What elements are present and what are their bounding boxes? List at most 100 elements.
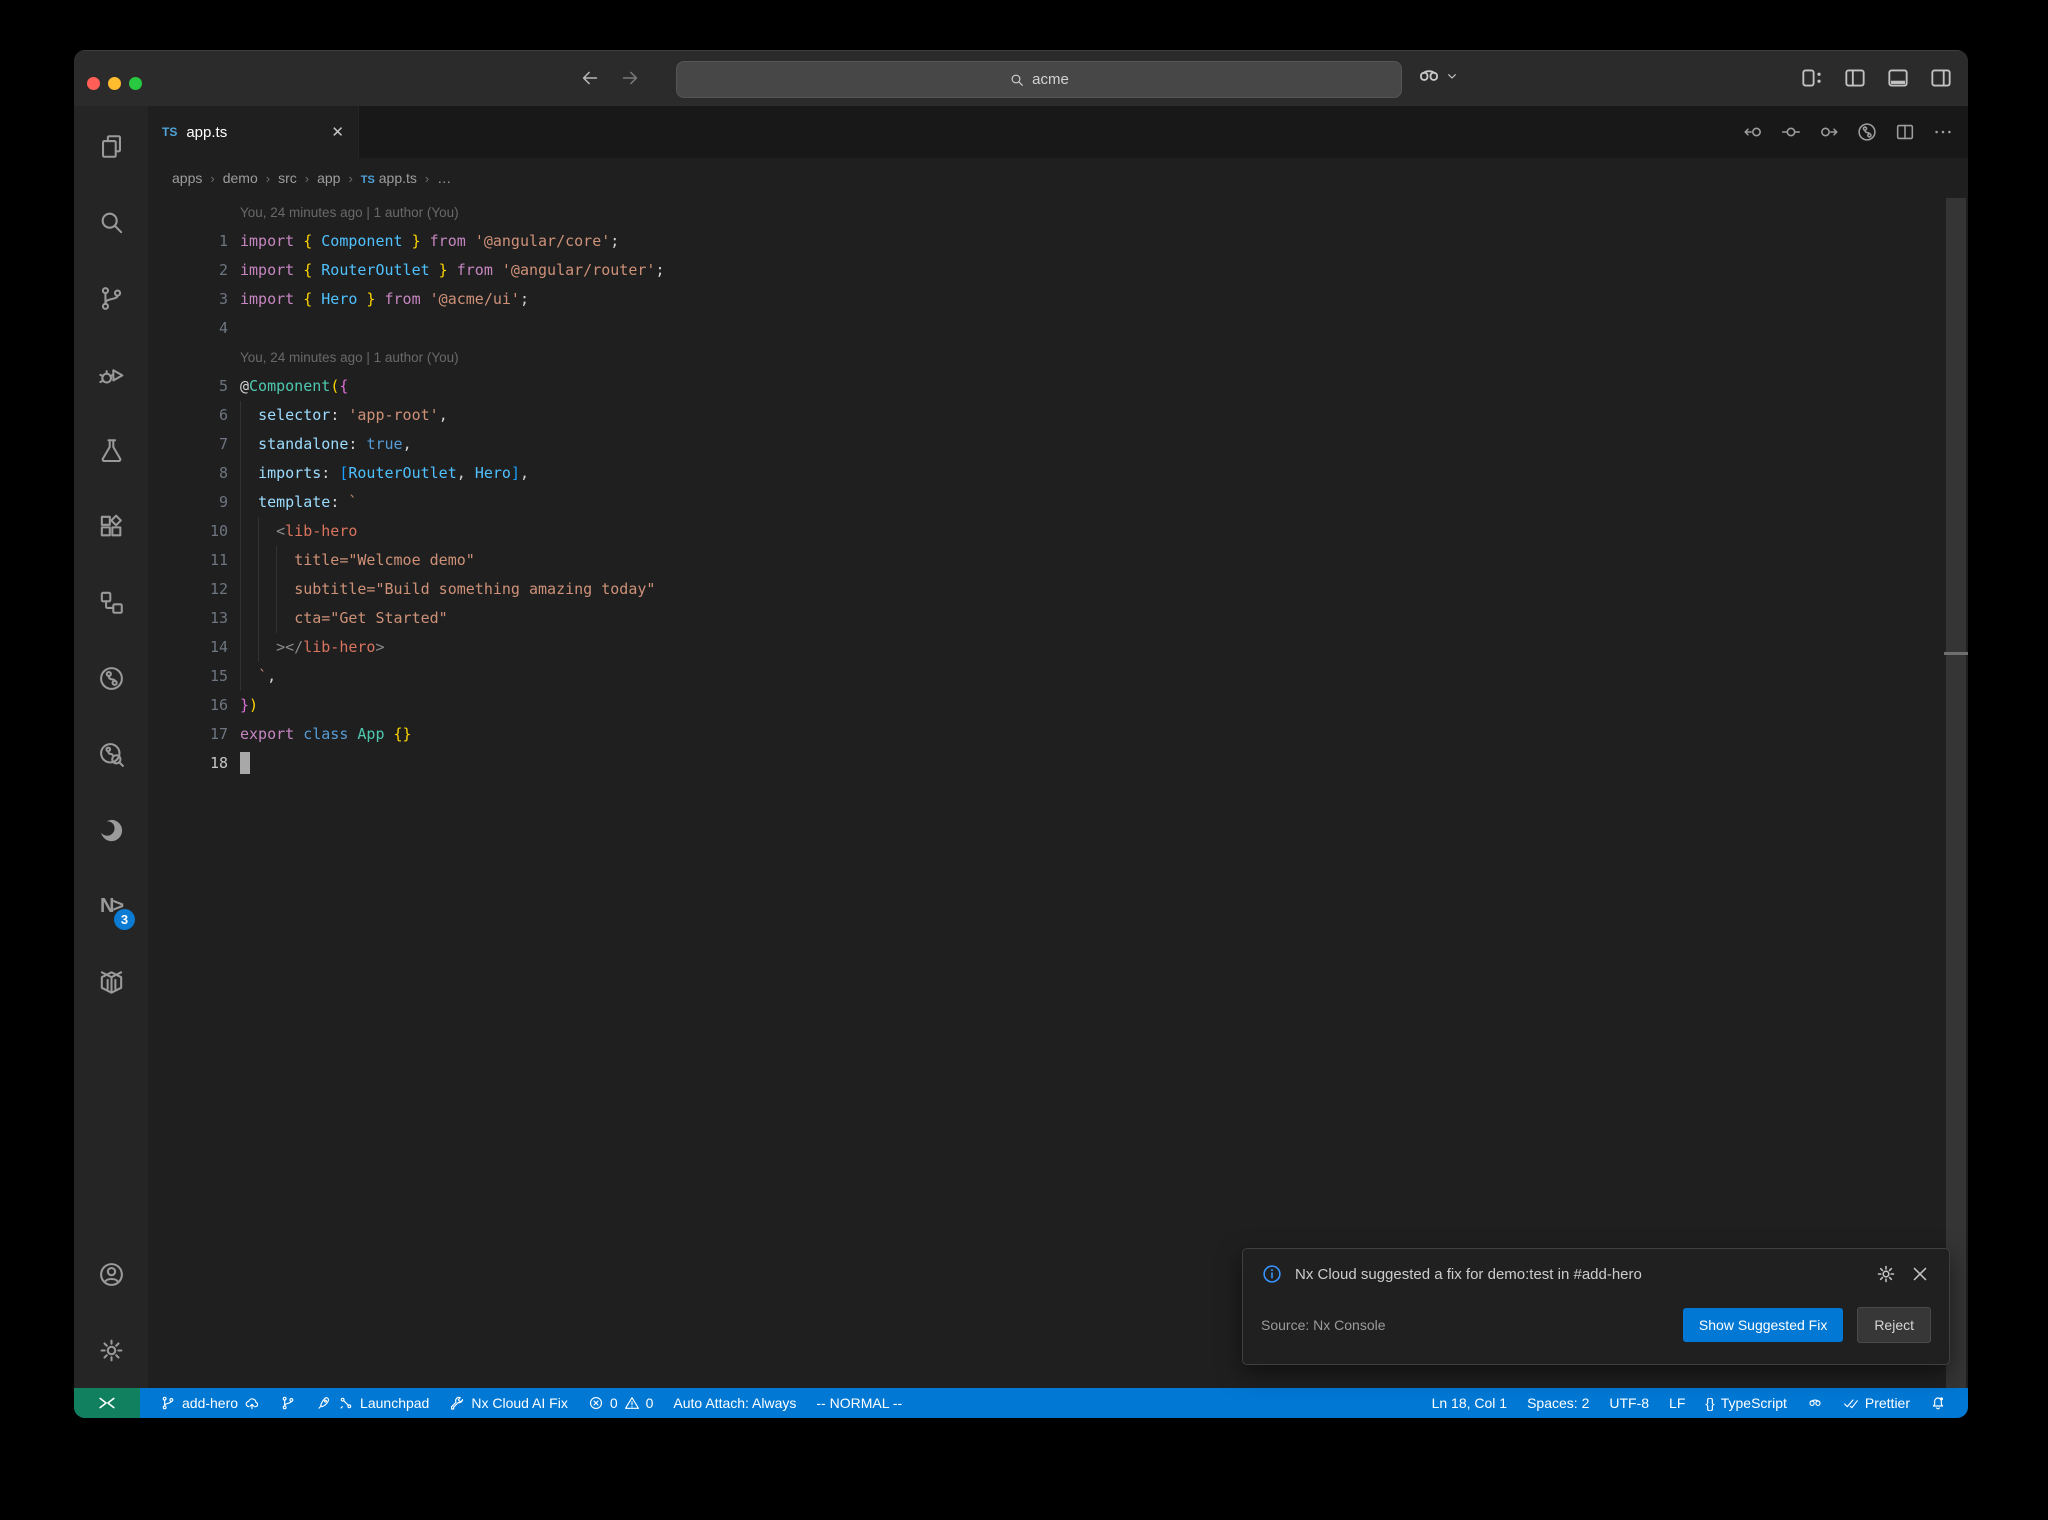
next-change-icon[interactable]	[1818, 121, 1840, 143]
minimize-window-button[interactable]	[108, 77, 121, 90]
line-number: 18	[209, 754, 228, 772]
token-str: cta="Get Started"	[294, 609, 448, 627]
more-actions-icon[interactable]	[1932, 121, 1954, 143]
activitybar-gitlens[interactable]	[74, 640, 148, 716]
indent-guide	[240, 575, 241, 604]
statusbar-language-mode[interactable]: {} TypeScript	[1695, 1388, 1797, 1418]
notification-settings-gear-icon[interactable]	[1875, 1263, 1897, 1285]
customize-layout-icon[interactable]	[1799, 65, 1825, 91]
token-tag: lib-hero	[285, 522, 358, 540]
statusbar-indentation[interactable]: Spaces: 2	[1517, 1388, 1599, 1418]
window-controls	[87, 77, 142, 90]
activitybar-settings-gear[interactable]	[74, 1312, 148, 1388]
line-number: 6	[218, 406, 228, 424]
activitybar-testing[interactable]	[74, 412, 148, 488]
token-pun	[240, 662, 258, 691]
remote-indicator-icon	[96, 1392, 118, 1414]
breadcrumb-item[interactable]: app	[317, 170, 340, 186]
statusbar-commit-graph[interactable]	[270, 1388, 306, 1418]
activitybar-containers[interactable]	[74, 944, 148, 1020]
statusbar-auto-attach[interactable]: Auto Attach: Always	[663, 1388, 806, 1418]
gitlens-graph-icon[interactable]	[1856, 121, 1878, 143]
statusbar-text: LF	[1669, 1395, 1686, 1411]
activitybar-references[interactable]	[74, 564, 148, 640]
gitlens-search-icon	[97, 740, 126, 769]
tab-app-ts[interactable]: TS app.ts ✕	[148, 106, 359, 158]
activitybar-run-debug[interactable]	[74, 336, 148, 412]
gitlens-annotation: You, 24 minutes ago | 1 author (You)	[240, 205, 459, 220]
toggle-primary-sidebar-icon[interactable]	[1842, 65, 1868, 91]
activitybar-account[interactable]	[74, 1236, 148, 1312]
previous-change-icon[interactable]	[1742, 121, 1764, 143]
desktop-background: acme N> 3 TS app.ts ✕ apps › demo › src …	[0, 0, 2048, 1520]
back-icon[interactable]	[579, 67, 601, 89]
editor-actions	[1742, 106, 1954, 158]
token-b1: {	[303, 290, 322, 308]
containers-icon	[97, 968, 126, 997]
activitybar-edge-browser[interactable]	[74, 792, 148, 868]
show-suggested-fix-button[interactable]: Show Suggested Fix	[1682, 1308, 1844, 1342]
code-line: 18	[148, 749, 1968, 778]
code-line: 9 template: `	[148, 488, 1968, 517]
token-str: title="Welcmoe demo"	[294, 551, 475, 569]
scrollbar-thumb[interactable]	[1946, 198, 1966, 1388]
statusbar-prettier[interactable]: Prettier	[1833, 1388, 1920, 1418]
statusbar-vim-mode[interactable]: -- NORMAL --	[806, 1388, 912, 1418]
token-str: '@angular/core'	[474, 232, 611, 250]
statusbar-problems[interactable]: 00	[578, 1388, 664, 1418]
statusbar-encoding[interactable]: UTF-8	[1599, 1388, 1659, 1418]
activitybar-gitlens-search[interactable]	[74, 716, 148, 792]
statusbar-eol[interactable]: LF	[1659, 1388, 1695, 1418]
activitybar-extensions[interactable]	[74, 488, 148, 564]
indent-guide	[240, 517, 241, 546]
statusbar-cursor-position[interactable]: Ln 18, Col 1	[1422, 1388, 1518, 1418]
statusbar-gitlens-launchpad[interactable]: Launchpad	[306, 1388, 439, 1418]
activitybar-search[interactable]	[74, 184, 148, 260]
activitybar-explorer[interactable]	[74, 108, 148, 184]
code-line: 14 ></lib-hero >	[148, 633, 1968, 662]
token-dim: >	[375, 638, 385, 656]
line-number: 9	[218, 493, 228, 511]
token-b1: (	[330, 377, 340, 395]
double-check-icon	[1843, 1395, 1859, 1411]
wrench-icon	[449, 1395, 465, 1411]
code-line: 13 cta="Get Started"	[148, 604, 1968, 633]
gitlens-icon	[97, 664, 126, 693]
toggle-panel-icon[interactable]	[1885, 65, 1911, 91]
explorer-icon	[97, 132, 126, 161]
close-tab-icon[interactable]: ✕	[331, 123, 344, 141]
breadcrumb-item[interactable]: apps	[172, 170, 202, 186]
toggle-secondary-sidebar-icon[interactable]	[1928, 65, 1954, 91]
forward-icon[interactable]	[619, 67, 641, 89]
activitybar-nx-console[interactable]: N> 3	[74, 868, 148, 944]
breadcrumb-item[interactable]: …	[437, 170, 451, 186]
code-editor[interactable]: You, 24 minutes ago | 1 author (You) 1 imp…	[148, 198, 1968, 1388]
open-changes-icon[interactable]	[1780, 121, 1802, 143]
copilot-menu[interactable]	[1416, 63, 1460, 89]
notification-close-icon[interactable]	[1909, 1263, 1931, 1285]
token-pun: ,	[402, 435, 412, 453]
breadcrumb-item[interactable]: TS app.ts	[361, 170, 417, 186]
breadcrumb-item[interactable]: src	[278, 170, 297, 186]
code-line: 11 title="Welcmoe demo"	[148, 546, 1968, 575]
editor-scrollbar[interactable]	[1944, 198, 1968, 1388]
code-line: 12 subtitle="Build something amazing tod…	[148, 575, 1968, 604]
zoom-window-button[interactable]	[129, 77, 142, 90]
indent-guide	[258, 575, 259, 604]
command-center-search[interactable]: acme	[676, 61, 1402, 98]
reject-button[interactable]: Reject	[1857, 1307, 1931, 1343]
token-str: subtitle="Build something amazing today"	[294, 580, 656, 598]
token-pun: ,	[267, 667, 277, 685]
statusbar-copilot-status[interactable]	[1797, 1388, 1833, 1418]
breadcrumb: apps › demo › src › app › TS app.ts ›…	[148, 158, 1968, 198]
remote-indicator[interactable]	[74, 1388, 140, 1418]
activitybar-source-control[interactable]	[74, 260, 148, 336]
close-window-button[interactable]	[87, 77, 100, 90]
statusbar-scm-branch[interactable]: add-hero	[150, 1388, 270, 1418]
code-line: 5 @ Component({	[148, 372, 1968, 401]
status-bar: add-hero Launchpad Nx Cloud AI Fix 0 0 Auto A…	[74, 1388, 1968, 1418]
split-editor-icon[interactable]	[1894, 121, 1916, 143]
statusbar-nx-cloud-ai-fix[interactable]: Nx Cloud AI Fix	[439, 1388, 577, 1418]
breadcrumb-item[interactable]: demo	[223, 170, 258, 186]
statusbar-notifications-bell[interactable]	[1920, 1388, 1956, 1418]
